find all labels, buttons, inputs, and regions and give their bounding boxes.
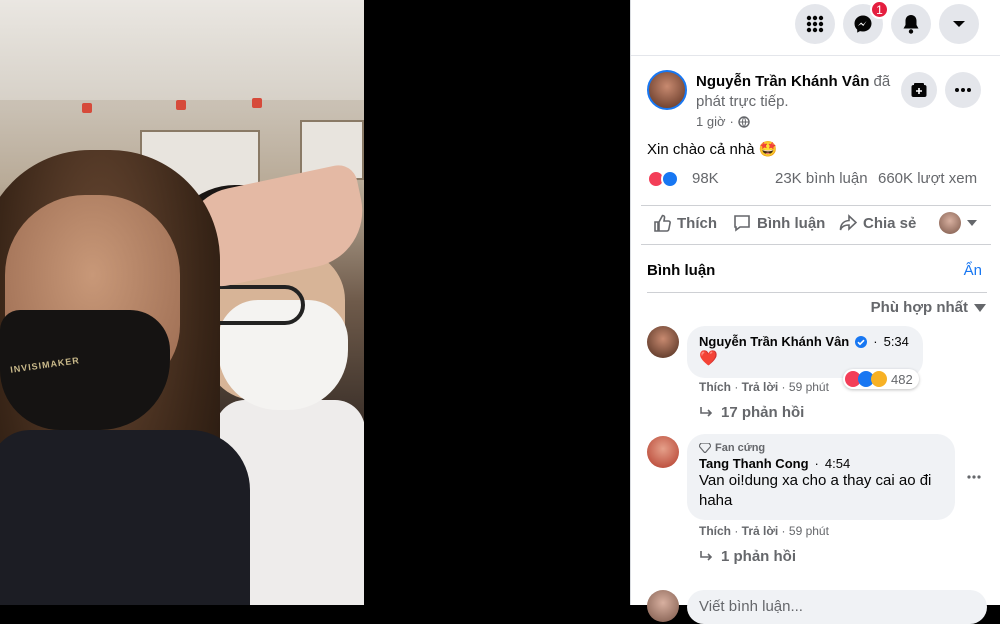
ceiling-light — [176, 100, 186, 110]
grid-menu-icon — [806, 15, 824, 33]
like-reaction-icon — [661, 170, 679, 188]
comments-divider — [647, 292, 987, 293]
messenger-badge: 1 — [870, 0, 889, 19]
globe-icon — [738, 115, 750, 128]
like-button[interactable]: Thích — [653, 214, 717, 232]
comment-text: ❤️ — [699, 350, 718, 367]
caret-down-icon — [953, 21, 965, 27]
comment-avatar[interactable] — [647, 436, 679, 468]
comment-like-link[interactable]: Thích — [699, 380, 731, 394]
menu-button[interactable] — [795, 4, 835, 44]
star-struck-emoji: 🤩 — [758, 141, 778, 158]
comment-reply-link[interactable]: Trả lời — [742, 380, 779, 394]
caret-down-icon — [974, 303, 986, 312]
comment-avatar[interactable] — [647, 326, 679, 358]
views-count: 660K lượt xem — [878, 170, 978, 187]
comment-timestamp[interactable]: 4:54 — [825, 456, 850, 471]
ceiling-light — [252, 98, 262, 108]
react-as-selector[interactable] — [939, 212, 977, 234]
share-icon — [839, 214, 857, 231]
ceiling-light — [82, 103, 92, 113]
diamond-icon — [699, 443, 711, 453]
video-stage[interactable]: INVISIMAKER — [0, 0, 630, 605]
current-user-avatar — [647, 590, 679, 622]
post-time[interactable]: 1 giờ — [696, 114, 726, 129]
comment-options-icon[interactable] — [967, 475, 981, 479]
comment-author[interactable]: Nguyễn Trần Khánh Vân — [699, 334, 849, 349]
account-menu-button[interactable] — [939, 4, 979, 44]
comment-age[interactable]: 59 phút — [789, 524, 829, 538]
thumbs-up-icon — [654, 214, 671, 232]
verified-badge-icon — [855, 335, 868, 348]
comment-reactions[interactable]: 482 — [843, 369, 919, 389]
comment-input[interactable]: Viết bình luận... — [687, 590, 987, 624]
video-host-coat — [0, 430, 250, 605]
post-stats: 98K 23K bình luận 660K lượt xem — [647, 170, 987, 190]
comment-author-row: Nguyễn Trần Khánh Vân · 5:34 — [699, 334, 909, 349]
top-bar: 1 — [631, 0, 1000, 56]
comments-title: Bình luận — [647, 262, 716, 279]
comment-like-link[interactable]: Thích — [699, 524, 731, 538]
author-name[interactable]: Nguyễn Trần Khánh Vân — [696, 73, 869, 90]
video-ceiling — [0, 0, 364, 100]
reply-arrow-icon — [700, 406, 713, 417]
author-line: Nguyễn Trần Khánh Vân đã phát trực tiếp. — [696, 72, 906, 112]
share-button[interactable]: Chia sẻ — [839, 214, 916, 232]
comment-reply-link[interactable]: Trả lời — [742, 524, 779, 538]
comment-sort-dropdown[interactable]: Phù hợp nhất — [871, 299, 986, 316]
post-side-panel: 1 Nguyễn Trần Khánh Vân đã phát trực tiế… — [630, 0, 1000, 624]
author-avatar[interactable] — [647, 70, 687, 110]
caret-down-icon — [967, 220, 977, 226]
more-horizontal-icon — [955, 88, 971, 92]
reply-arrow-icon — [700, 550, 713, 561]
profile-avatar — [939, 212, 961, 234]
save-post-button[interactable] — [901, 72, 937, 108]
comment-button[interactable]: Bình luận — [733, 214, 825, 232]
add-folder-icon — [911, 83, 927, 97]
reactions-count[interactable]: 98K — [692, 170, 719, 187]
comment-author[interactable]: Tang Thanh Cong — [699, 456, 809, 471]
messenger-button[interactable]: 1 — [843, 0, 889, 44]
comment-author-row: Tang Thanh Cong · 4:54 — [699, 456, 851, 471]
comment-bubble: Fan cứng Tang Thanh Cong · 4:54 Van oi!d… — [687, 434, 955, 520]
care-reaction-icon — [871, 371, 887, 387]
post-options-button[interactable] — [945, 72, 981, 108]
comment-icon — [734, 215, 750, 232]
comment-age[interactable]: 59 phút — [789, 380, 829, 394]
view-replies-link[interactable]: 1 phản hồi — [699, 548, 796, 565]
comment-timestamp[interactable]: 5:34 — [884, 334, 909, 349]
comment-actions: Thích · Trả lời · 59 phút — [699, 524, 829, 538]
fan-badge: Fan cứng — [699, 442, 943, 454]
comments-count[interactable]: 23K bình luận — [775, 170, 868, 187]
notifications-button[interactable] — [891, 4, 931, 44]
live-video-frame[interactable]: INVISIMAKER — [0, 0, 364, 605]
view-replies-link[interactable]: 17 phản hồi — [699, 404, 804, 421]
post-actions: Thích Bình luận Chia sẻ — [641, 205, 991, 245]
messenger-icon — [854, 15, 872, 33]
post-meta: 1 giờ · — [696, 114, 750, 129]
post-message: Xin chào cả nhà 🤩 — [647, 141, 778, 158]
comment-text: Van oi!dung xa cho a thay cai ao đi haha — [699, 472, 932, 509]
hide-comments-link[interactable]: Ẩn — [964, 262, 982, 279]
comment-actions: Thích · Trả lời · 59 phút — [699, 380, 829, 394]
bell-icon — [903, 15, 919, 34]
